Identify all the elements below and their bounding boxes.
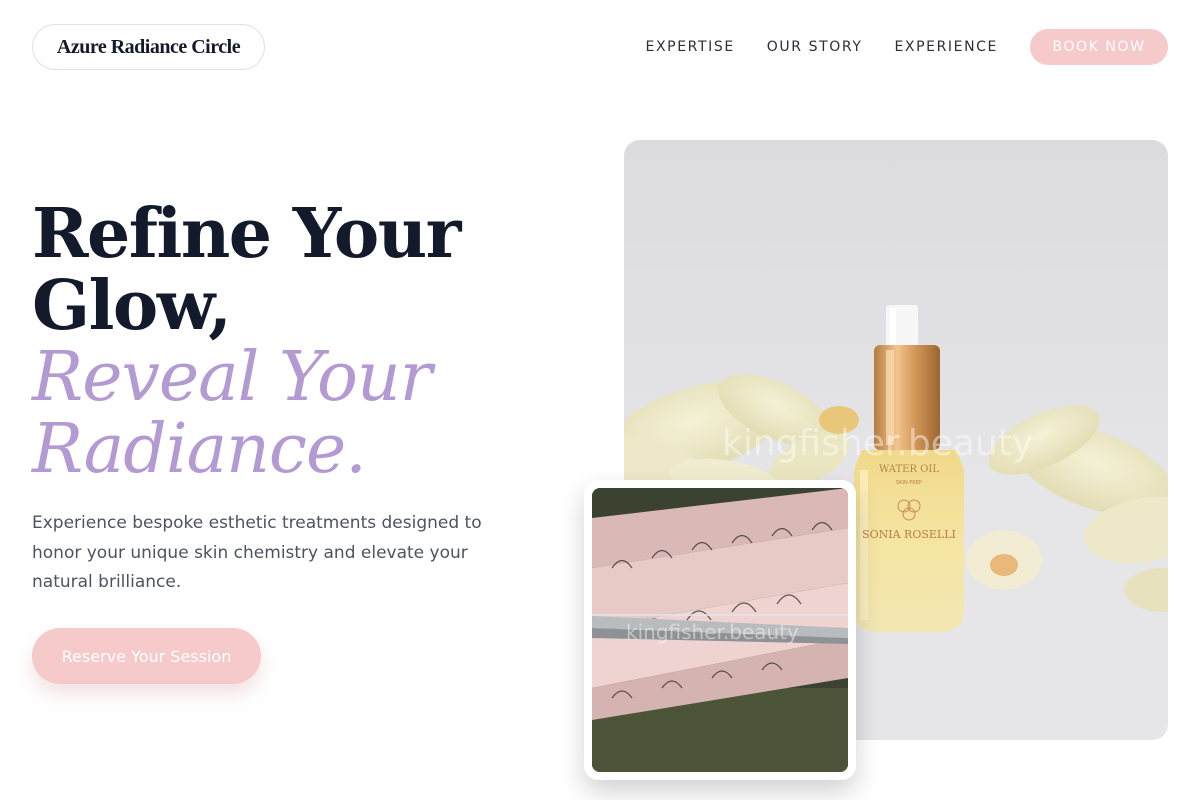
headline-accent-line-1: Reveal Your	[32, 338, 432, 417]
hero-headline: Refine Your Glow, Reveal Your Radiance.	[32, 198, 552, 486]
main-nav: EXPERTISE OUR STORY EXPERIENCE BOOK NOW	[646, 29, 1168, 65]
inset-image-card: kingfisher.beauty	[584, 480, 856, 780]
bottle-label: WATER OIL	[879, 464, 939, 475]
hero-subcopy: Experience bespoke esthetic treatments d…	[32, 513, 482, 592]
nav-link-our-story[interactable]: OUR STORY	[767, 29, 863, 65]
headline-accent-line-2: Radiance.	[32, 410, 367, 489]
reserve-session-button[interactable]: Reserve Your Session	[32, 628, 261, 684]
nav-link-experience[interactable]: EXPERIENCE	[894, 29, 998, 65]
headline-line-1: Refine Your	[32, 194, 462, 274]
main-image-watermark: kingfisher.beauty	[722, 423, 1034, 464]
bottle-brand: SONIA ROSELLI	[862, 528, 956, 541]
inset-image-watermark: kingfisher.beauty	[626, 620, 799, 644]
headline-line-2: Glow,	[32, 266, 232, 346]
lash-tray-image: kingfisher.beauty	[592, 488, 848, 772]
bottle-sublabel: SKIN PREP	[896, 480, 922, 486]
brand-logo[interactable]: Azure Radiance Circle	[32, 24, 265, 70]
serum-bottle: WATER OIL SKIN PREP SONIA ROSELLI	[854, 305, 964, 632]
book-now-button[interactable]: BOOK NOW	[1030, 29, 1168, 65]
nav-link-expertise[interactable]: EXPERTISE	[646, 29, 735, 65]
